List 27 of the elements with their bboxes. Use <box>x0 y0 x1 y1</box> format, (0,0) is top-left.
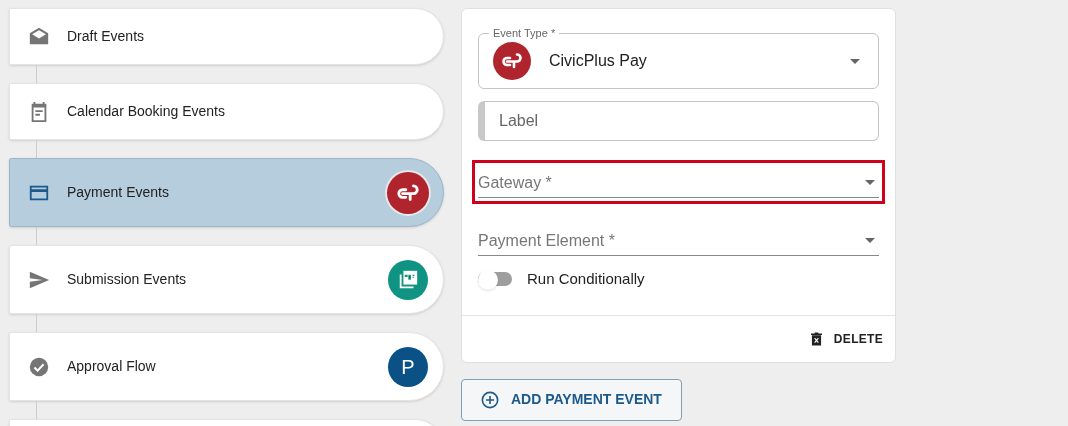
dropdown-caret-icon <box>865 180 875 185</box>
link-logo-icon <box>493 42 531 80</box>
toggle-label: Run Conditionally <box>527 269 645 289</box>
sidebar-item[interactable]: Calendar Booking Events <box>9 83 444 140</box>
check-circle-icon <box>27 355 50 378</box>
trash-icon <box>810 331 822 346</box>
pdf-icon <box>388 259 428 300</box>
add-circle-icon <box>481 390 499 409</box>
add-payment-event-button[interactable]: ADD PAYMENT EVENT <box>461 378 682 421</box>
item-label: Payment Events <box>67 183 170 202</box>
item-label: Draft Events <box>67 27 146 46</box>
select-field[interactable]: Gateway * <box>478 168 879 198</box>
dropdown-caret-icon <box>865 238 875 243</box>
item-label: Approval Flow <box>67 357 157 376</box>
sidebar-item[interactable]: Draft Events <box>9 8 444 65</box>
sidebar-item[interactable]: Payment Events <box>9 158 444 227</box>
item-label: Calendar Booking Events <box>67 102 226 121</box>
avatar-badge: P <box>388 346 428 387</box>
toggle-switch[interactable] <box>478 269 514 290</box>
item-label: Submission Events <box>67 270 188 289</box>
select-field[interactable]: Payment Element * <box>478 226 879 256</box>
link-logo-icon <box>387 171 429 214</box>
sidebar-item[interactable]: Approval Flow P <box>9 332 444 401</box>
sidebar-item[interactable]: Submission Events <box>9 245 444 314</box>
delete-button[interactable]: DELETE <box>810 329 883 348</box>
label-field[interactable]: Label <box>478 101 879 141</box>
dropdown-caret-icon <box>850 58 860 64</box>
